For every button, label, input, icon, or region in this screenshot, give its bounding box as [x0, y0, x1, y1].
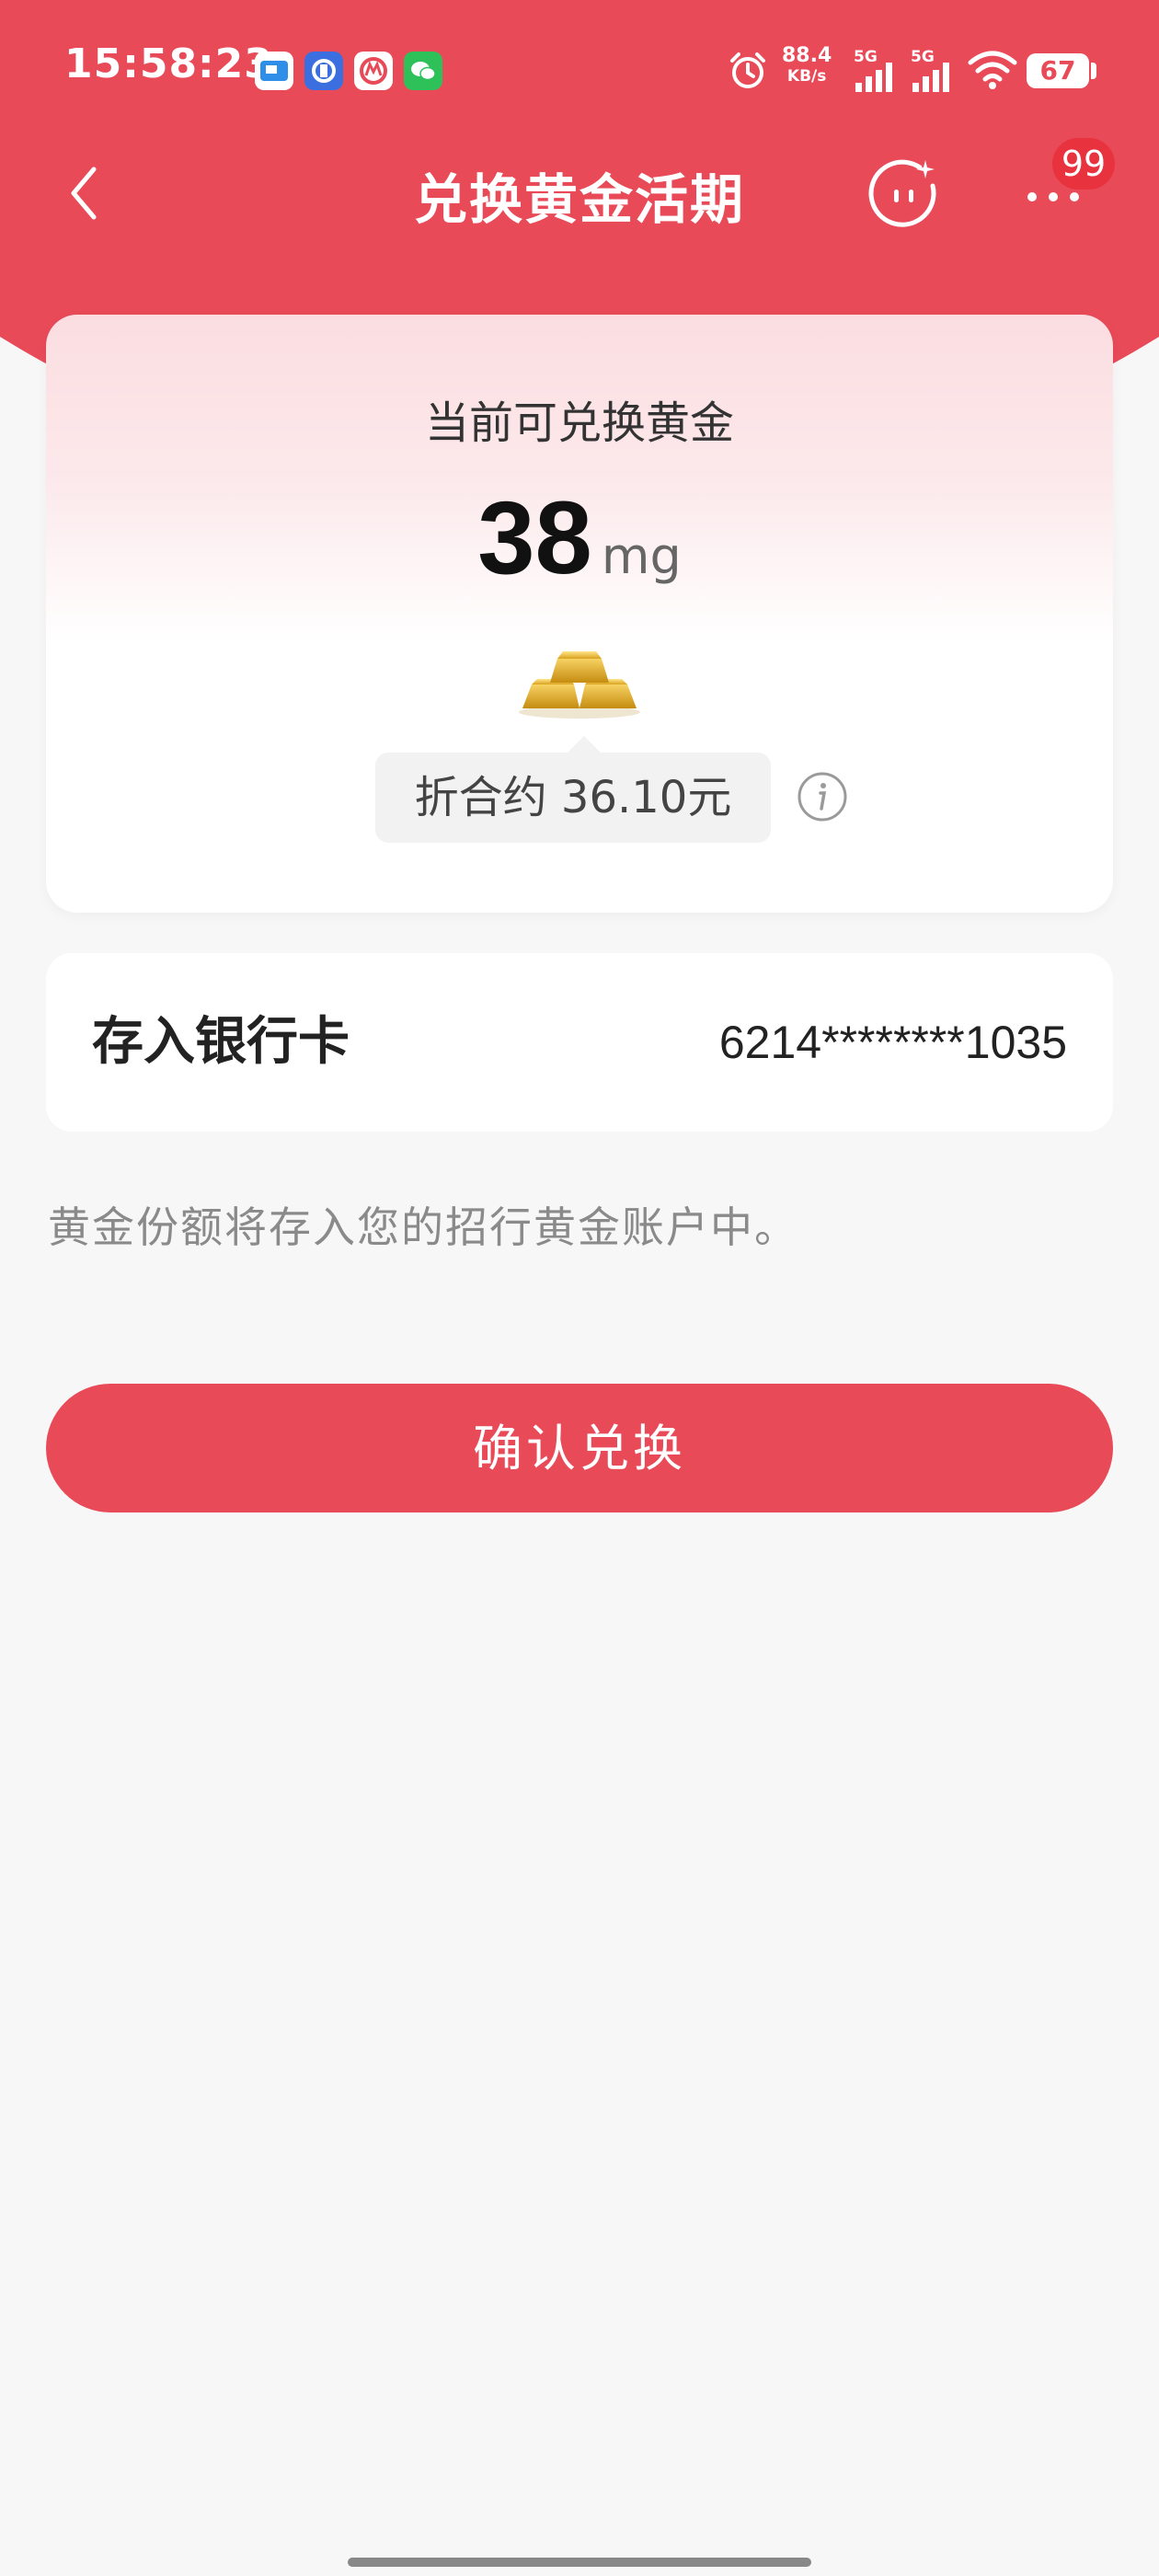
page-title: 兑换黄金活期 — [413, 168, 745, 231]
bank-card-number: 6214********1035 — [718, 1017, 1067, 1068]
signal-2-icon — [912, 63, 949, 92]
battery-level: 67 — [1027, 53, 1089, 88]
confirm-exchange-button[interactable]: 确认兑换 — [46, 1384, 1113, 1512]
net-speed-unit: KB/s — [786, 67, 827, 86]
approx-pointer — [568, 736, 601, 753]
home-indicator[interactable] — [348, 2558, 811, 2567]
account-hint-text: 黄金份额将存入您的招行黄金账户中。 — [48, 1202, 798, 1252]
gold-exchange-card: 当前可兑换黄金 38 mg 折合约 36.10元 — [46, 315, 1113, 913]
page: 15:58:23 88.4 KB/s 5G 5G 67 兑换黄金活期 99 当前… — [0, 0, 1159, 2576]
bank-card-label: 存入银行卡 — [92, 1012, 350, 1072]
battery-tip — [1091, 63, 1096, 79]
net-speed: 88.4 KB/s — [782, 46, 832, 86]
wifi-icon — [968, 51, 1017, 89]
info-icon — [798, 772, 847, 822]
card-label: 当前可兑换黄金 — [424, 397, 734, 449]
status-time: 15:58:23 — [64, 40, 273, 87]
baidu-netdisk-icon — [304, 52, 343, 90]
alarm-icon — [730, 52, 765, 88]
gold-amount-value: 38 — [477, 480, 592, 595]
bank-card-row[interactable]: 存入银行卡 6214********1035 — [46, 953, 1113, 1132]
map-app-icon — [255, 52, 293, 90]
gold-bars-icon — [519, 651, 640, 719]
smiley-service-icon — [868, 159, 936, 227]
notification-badge: 99 — [1052, 138, 1115, 190]
customer-service-button[interactable] — [865, 155, 942, 232]
gold-amount-unit: mg — [601, 527, 682, 585]
signal-1-icon — [855, 63, 892, 92]
cmb-app-icon — [354, 52, 393, 90]
wechat-icon — [404, 52, 442, 90]
status-bar: 15:58:23 88.4 KB/s 5G 5G 67 — [0, 0, 1159, 138]
info-button[interactable] — [797, 771, 848, 822]
approx-value: 折合约 36.10元 — [375, 753, 771, 843]
net-speed-value: 88.4 — [782, 44, 832, 67]
gold-amount: 38 mg — [46, 478, 1113, 597]
